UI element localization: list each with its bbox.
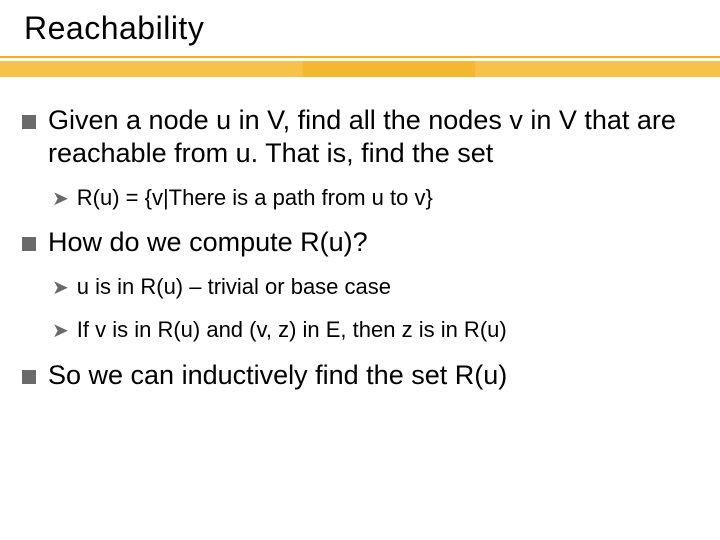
- subbullet-text: If v is in R(u) and (v, z) in E, then z …: [77, 316, 698, 345]
- list-item: Given a node u in V, find all the nodes …: [22, 104, 698, 170]
- slide: Reachability Given a node u in V, find a…: [0, 0, 720, 540]
- bullet-text: How do we compute R(u)?: [48, 226, 698, 259]
- list-subitem: ➤ R(u) = {v|There is a path from u to v}: [52, 184, 698, 213]
- square-bullet-icon: [22, 370, 36, 384]
- list-subitem: ➤ If v is in R(u) and (v, z) in E, then …: [52, 316, 698, 345]
- square-bullet-icon: [22, 237, 36, 251]
- bullet-group-2: How do we compute R(u)? ➤ u is in R(u) –…: [22, 226, 698, 344]
- bullet-text: So we can inductively find the set R(u): [48, 359, 698, 392]
- arrow-bullet-icon: ➤: [52, 278, 69, 298]
- bullet-text: Given a node u in V, find all the nodes …: [48, 104, 698, 170]
- list-item: How do we compute R(u)?: [22, 226, 698, 259]
- slide-title: Reachability: [24, 10, 204, 47]
- title-divider: [0, 56, 720, 77]
- subbullet-text: R(u) = {v|There is a path from u to v}: [77, 184, 698, 213]
- divider-thick: [0, 61, 720, 77]
- subbullet-text: u is in R(u) – trivial or base case: [77, 273, 698, 302]
- slide-body: Given a node u in V, find all the nodes …: [22, 104, 698, 406]
- bullet-group-3: So we can inductively find the set R(u): [22, 359, 698, 392]
- arrow-bullet-icon: ➤: [52, 189, 69, 209]
- arrow-bullet-icon: ➤: [52, 321, 69, 341]
- divider-thin: [0, 56, 720, 58]
- list-item: So we can inductively find the set R(u): [22, 359, 698, 392]
- list-subitem: ➤ u is in R(u) – trivial or base case: [52, 273, 698, 302]
- bullet-group-1: Given a node u in V, find all the nodes …: [22, 104, 698, 212]
- square-bullet-icon: [22, 115, 36, 129]
